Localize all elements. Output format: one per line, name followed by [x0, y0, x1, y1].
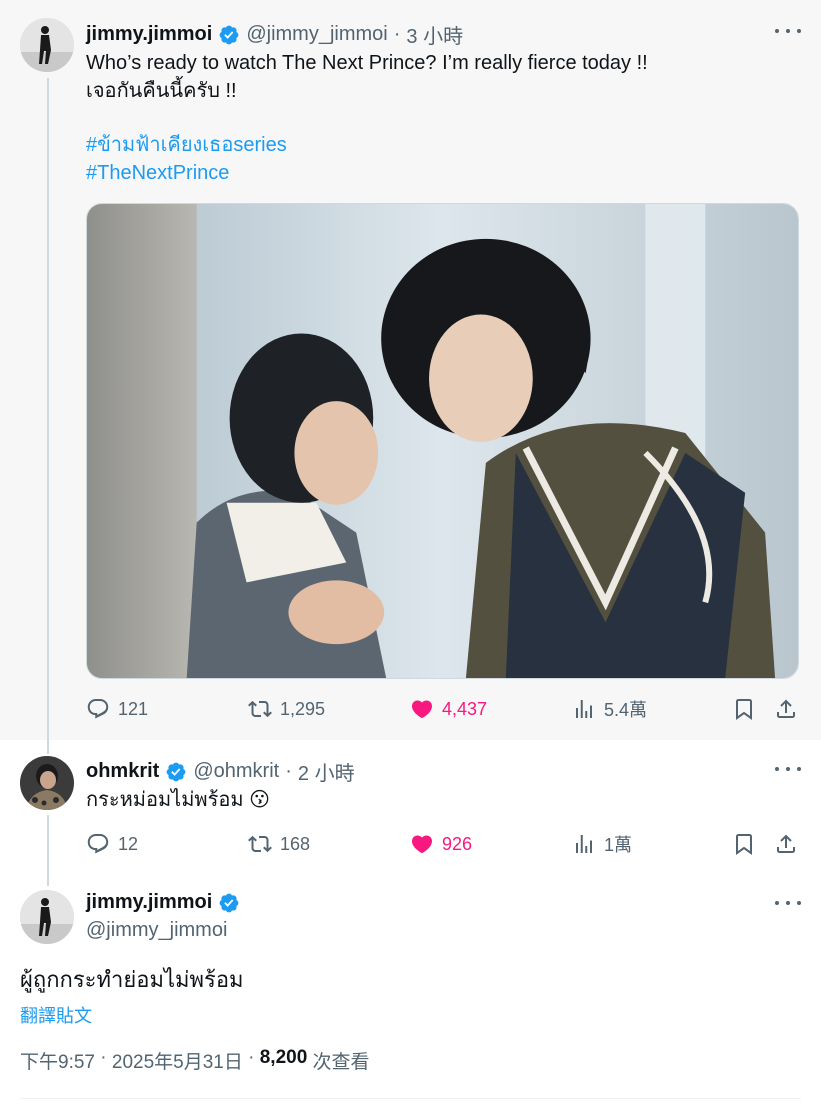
verified-badge-icon	[218, 24, 240, 46]
tweet-thread: jimmy.jimmoi @jimmy_jimmoi · 3 小時 Who’s …	[0, 0, 821, 1106]
verified-badge-icon	[165, 761, 187, 783]
translate-post-link[interactable]: 翻譯貼文	[20, 1002, 92, 1028]
repost-icon	[248, 835, 272, 853]
more-icon[interactable]	[775, 896, 801, 910]
highlighted-tweet[interactable]: jimmy.jimmoi @jimmy_jimmoi · 3 小時 Who’s …	[0, 0, 821, 740]
tweet-photo[interactable]	[86, 203, 799, 679]
tweet-text: กระหม่อมไม่พร้อม 😗	[86, 789, 270, 811]
avatar[interactable]	[20, 18, 74, 72]
reply-button[interactable]: 12	[86, 829, 138, 859]
tweet-text-line-1: Who’s ready to watch The Next Prince? I’…	[86, 52, 648, 74]
bookmark-icon	[736, 699, 752, 720]
share-button[interactable]	[774, 829, 798, 859]
thread-connector-line	[47, 815, 49, 886]
bookmark-icon	[736, 834, 752, 855]
reply-count: 121	[118, 698, 149, 719]
like-icon	[411, 700, 433, 719]
tweet-handle-row: @jimmy_jimmoi	[86, 919, 227, 942]
repost-icon	[248, 700, 272, 718]
views-label: 次查看	[307, 1052, 370, 1073]
views-icon	[576, 700, 592, 718]
repost-count: 168	[280, 833, 311, 854]
separator-dot: ·	[94, 1047, 112, 1068]
separator-dot: ·	[285, 760, 292, 782]
user-handle[interactable]: @ohmkrit	[193, 760, 279, 783]
reply-icon	[87, 834, 109, 854]
views-count: 1萬	[604, 835, 633, 855]
bookmark-button[interactable]	[732, 829, 756, 859]
views-icon	[576, 835, 592, 853]
reply-button[interactable]: 121	[86, 694, 148, 724]
post-date[interactable]: 2025年5月31日	[112, 1047, 243, 1074]
reply-icon	[87, 699, 109, 719]
share-icon	[777, 699, 795, 718]
like-icon	[411, 835, 433, 854]
more-icon[interactable]	[775, 24, 801, 38]
tweet-text-line-2: เจอกันคืนนี้ครับ !!	[86, 80, 237, 102]
repost-button[interactable]: 1,295	[248, 694, 325, 724]
view-count: 8,200	[259, 1047, 308, 1068]
views-button[interactable]: 5.4萬	[572, 694, 647, 724]
more-icon[interactable]	[775, 762, 801, 776]
like-button[interactable]: 4,437	[410, 694, 487, 724]
like-button[interactable]: 926	[410, 829, 472, 859]
display-name[interactable]: jimmy.jimmoi	[86, 891, 212, 914]
tweet-text: ผู้ถูกกระทำย่อมไม่พร้อม	[20, 967, 244, 992]
tweet-actions: 121 1,295 4,437 5.4萬	[86, 694, 800, 724]
views-button[interactable]: 1萬	[572, 829, 632, 859]
user-handle[interactable]: @jimmy_jimmoi	[246, 23, 387, 46]
post-time[interactable]: 下午9:57	[20, 1047, 95, 1074]
tweet-actions: 12 168 926 1萬	[86, 829, 800, 859]
tweet-header: jimmy.jimmoi	[86, 891, 240, 914]
tweet-meta: 下午9:57 · 2025年5月31日 · 8,200 次查看	[20, 1047, 370, 1074]
timestamp[interactable]: 2 小時	[298, 757, 355, 786]
display-name[interactable]: jimmy.jimmoi	[86, 23, 212, 46]
reply-count: 12	[118, 833, 139, 854]
thread-connector-line	[47, 740, 49, 754]
user-handle[interactable]: @jimmy_jimmoi	[86, 919, 227, 942]
avatar[interactable]	[20, 890, 74, 944]
like-count: 926	[442, 833, 473, 854]
verified-badge-icon	[218, 892, 240, 914]
like-count: 4,437	[442, 698, 488, 719]
repost-button[interactable]: 168	[248, 829, 310, 859]
hashtag-link[interactable]: #ข้ามฟ้าเคียงเธอseries	[86, 131, 287, 159]
repost-count: 1,295	[280, 698, 326, 719]
separator-dot: ·	[242, 1047, 260, 1068]
tweet-header: jimmy.jimmoi @jimmy_jimmoi · 3 小時	[86, 20, 463, 49]
avatar[interactable]	[20, 756, 74, 810]
views-count: 5.4萬	[604, 700, 648, 720]
share-button[interactable]	[774, 694, 798, 724]
thread-connector-line	[47, 78, 49, 740]
separator-dot: ·	[393, 23, 401, 45]
tweet-header: ohmkrit @ohmkrit · 2 小時	[86, 757, 355, 786]
timestamp[interactable]: 3 小時	[406, 20, 463, 49]
display-name[interactable]: ohmkrit	[86, 760, 159, 783]
divider	[20, 1098, 801, 1099]
hashtag-link[interactable]: #TheNextPrince	[86, 159, 229, 187]
bookmark-button[interactable]	[732, 694, 756, 724]
share-icon	[777, 834, 795, 853]
